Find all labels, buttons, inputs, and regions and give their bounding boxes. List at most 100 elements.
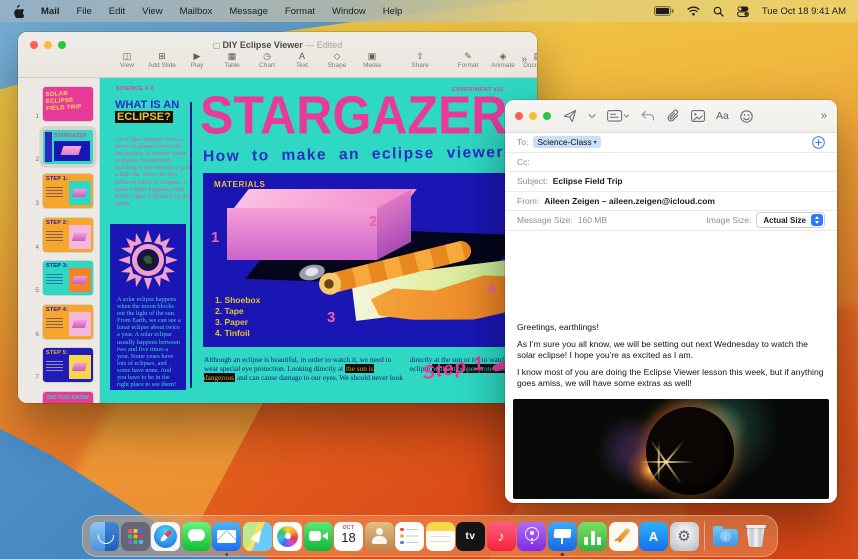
cc-field[interactable]: Cc: bbox=[505, 153, 837, 172]
dock-icon-safari[interactable] bbox=[151, 521, 180, 551]
dock-icon-settings[interactable]: ⚙ bbox=[669, 521, 699, 551]
menu-item-view[interactable]: View bbox=[142, 6, 162, 17]
slide-thumbnail-5[interactable]: 5 STEP 3: bbox=[28, 261, 93, 295]
slide-canvas[interactable]: SCIENCE 4.2 EXPERIMENT #11 WHAT IS AN EC… bbox=[100, 78, 537, 403]
menu-item-window[interactable]: Window bbox=[332, 6, 366, 17]
caution-paragraph-left: Although an eclipse is beautiful, in ord… bbox=[204, 355, 403, 382]
size-row: Message Size: 160 MB Image Size: Actual … bbox=[505, 211, 837, 231]
apple-menu-icon[interactable] bbox=[12, 4, 24, 18]
emoji-button[interactable] bbox=[740, 109, 753, 123]
menu-item-edit[interactable]: Edit bbox=[109, 6, 125, 17]
message-body-editor[interactable]: Greetings, earthlings! As I'm sure you a… bbox=[517, 322, 825, 391]
to-field[interactable]: To: Science-Class ▾ bbox=[505, 133, 837, 153]
slide-subtitle: How to make an eclipse viewer! bbox=[202, 143, 511, 166]
dock-icon-notes[interactable] bbox=[425, 521, 455, 551]
table-button[interactable]: ▦ Table bbox=[221, 51, 243, 70]
keynote-header: ▢ DIY Eclipse Viewer — Edited ◫ View ⊞ Add… bbox=[18, 32, 537, 78]
eclipse-photo-attachment[interactable] bbox=[513, 399, 829, 499]
insert-photo-button[interactable] bbox=[691, 110, 705, 122]
menu-item-format[interactable]: Format bbox=[285, 6, 315, 17]
share-button[interactable]: ⇧ Share bbox=[409, 51, 431, 70]
dock-icon-pages[interactable] bbox=[608, 521, 638, 551]
spotlight-search-icon[interactable] bbox=[713, 6, 724, 17]
dock-icon-maps[interactable] bbox=[242, 521, 272, 551]
format-text-button[interactable]: Aa bbox=[716, 110, 729, 122]
slide-thumbnail-8[interactable]: 8 DID YOU KNOW bbox=[28, 392, 93, 403]
zoom-button[interactable] bbox=[543, 112, 551, 120]
reply-icon[interactable] bbox=[640, 110, 655, 122]
dock-icon-facetime[interactable] bbox=[303, 521, 333, 551]
image-size-dropdown[interactable]: Actual Size bbox=[756, 212, 825, 229]
format-button[interactable]: ✎ Format bbox=[457, 51, 479, 70]
menu-item-help[interactable]: Help bbox=[383, 6, 403, 17]
toolbar-overflow-chevron[interactable]: » bbox=[521, 54, 527, 65]
thumb-left-column bbox=[45, 132, 52, 162]
slide-number: 6 bbox=[35, 331, 39, 338]
to-recipient-token[interactable]: Science-Class ▾ bbox=[533, 136, 601, 149]
chart-button[interactable]: ◷ Chart bbox=[256, 51, 278, 70]
shape-button[interactable]: ◇ Shape bbox=[326, 51, 348, 70]
dock-icon-downloads-folder[interactable]: ↓ bbox=[711, 522, 740, 551]
battery-icon[interactable] bbox=[653, 6, 674, 16]
document-button[interactable]: ▤Document bbox=[523, 51, 537, 70]
subject-field[interactable]: Subject: Eclipse Field Trip bbox=[505, 172, 837, 192]
header-fields-button[interactable] bbox=[607, 110, 629, 122]
control-center-icon[interactable] bbox=[736, 6, 749, 17]
dock-icon-photos[interactable] bbox=[273, 521, 302, 551]
download-arrow-icon: ↓ bbox=[719, 531, 731, 542]
subject-label: Subject: bbox=[517, 176, 548, 187]
menu-item-message[interactable]: Message bbox=[229, 6, 268, 17]
dock-icon-numbers[interactable] bbox=[578, 521, 607, 551]
mail-toolbar-overflow-chevron[interactable]: » bbox=[821, 110, 827, 122]
add-recipient-button[interactable] bbox=[812, 135, 825, 149]
menu-item-app[interactable]: Mail bbox=[41, 6, 59, 17]
dock-icon-reminders[interactable] bbox=[395, 521, 424, 551]
media-button[interactable]: ▣ Media bbox=[361, 51, 383, 70]
dock-icon-mail[interactable] bbox=[212, 521, 241, 556]
add-slide-button[interactable]: ⊞ Add Slide bbox=[148, 51, 176, 70]
menu-item-mailbox[interactable]: Mailbox bbox=[180, 6, 213, 17]
dock-icon-calendar[interactable]: OCT 18 bbox=[334, 521, 363, 551]
materials-list: 1. Shoebox 2. Tape 3. Paper 4. Tinfoil bbox=[215, 295, 261, 338]
slide-thumbnail-6[interactable]: 6 STEP 4: bbox=[28, 305, 93, 339]
dock-icon-launchpad[interactable] bbox=[120, 521, 150, 551]
text-button[interactable]: A Text bbox=[291, 51, 313, 70]
close-button[interactable] bbox=[515, 112, 523, 120]
dock-icon-podcasts[interactable] bbox=[517, 521, 546, 551]
mail-window-controls bbox=[515, 112, 551, 120]
from-field[interactable]: From: Aileen Zeigen – aileen.zeigen@iclo… bbox=[505, 192, 837, 211]
view-button[interactable]: ◫ View bbox=[116, 51, 138, 70]
minimize-button[interactable] bbox=[529, 112, 537, 120]
chart-icon: ◷ bbox=[263, 51, 271, 61]
dock-icon-contacts[interactable] bbox=[364, 521, 394, 551]
dock-icon-music[interactable]: ♪ bbox=[486, 521, 516, 551]
slide-number: 2 bbox=[35, 156, 39, 163]
wifi-icon[interactable] bbox=[687, 6, 700, 16]
slide-thumbnail-1[interactable]: 1 SOLAR ECLIPSE FIELD TRIP bbox=[28, 87, 93, 121]
play-button[interactable]: ▶ Play bbox=[186, 51, 208, 70]
science-tag: SCIENCE 4.2 bbox=[116, 86, 155, 92]
dock-icon-appstore[interactable]: A bbox=[639, 521, 668, 551]
music-note-icon: ♪ bbox=[497, 528, 505, 544]
send-button[interactable] bbox=[563, 109, 577, 123]
thumb-materials-panel bbox=[54, 141, 90, 161]
slide-thumbnail-7[interactable]: 7 STEP 5: bbox=[28, 348, 93, 382]
keynote-window: ▢ DIY Eclipse Viewer — Edited ◫ View ⊞ Add… bbox=[18, 32, 537, 403]
dock-icon-finder[interactable] bbox=[90, 521, 119, 551]
menu-clock[interactable]: Tue Oct 18 9:41 AM bbox=[762, 6, 846, 17]
slide-thumbnail-3[interactable]: 3 STEP 1: bbox=[28, 174, 93, 208]
dock-icon-tv[interactable]: tv bbox=[456, 521, 485, 551]
slide-thumbnail-4[interactable]: 4 STEP 2: bbox=[28, 218, 93, 252]
slide-5-title: STEP 3: bbox=[46, 263, 69, 269]
slide-thumbnail-2-selected[interactable]: 2 STARGAZER bbox=[28, 130, 93, 164]
dock-icon-trash[interactable] bbox=[741, 522, 770, 551]
stepper-icon bbox=[811, 214, 823, 227]
slide-4-title: STEP 2: bbox=[46, 220, 69, 226]
slide-2-title: STARGAZER bbox=[54, 133, 87, 139]
dock-icon-messages[interactable] bbox=[181, 521, 211, 551]
dock-icon-keynote[interactable] bbox=[547, 521, 577, 556]
menu-item-file[interactable]: File bbox=[76, 6, 91, 17]
send-options-chevron-icon[interactable] bbox=[588, 113, 596, 119]
animate-button[interactable]: ◈ Animate bbox=[491, 51, 515, 70]
attach-paperclip-button[interactable] bbox=[666, 109, 680, 123]
